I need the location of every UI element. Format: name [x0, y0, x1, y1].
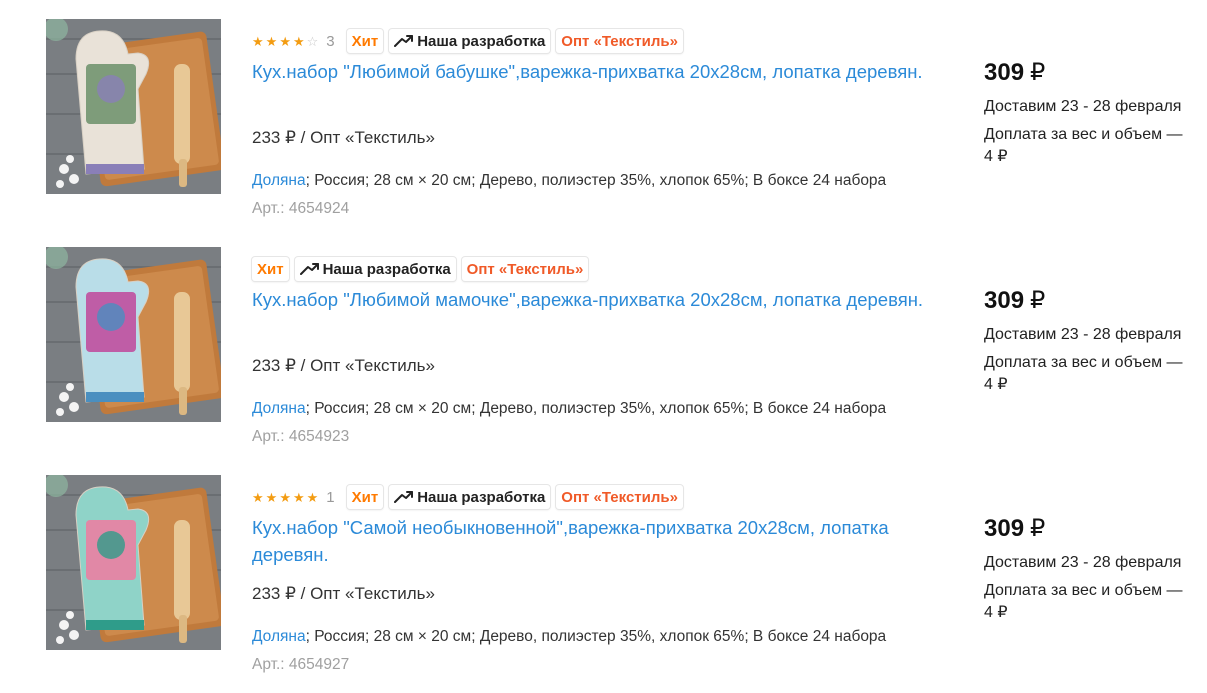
product-meta-row: Хит Наша разработка Опт «Текстиль»	[252, 256, 589, 282]
badge-hit: Хит	[252, 257, 289, 281]
weight-surcharge: Доплата за вес и объем — 4 ₽	[984, 354, 1183, 393]
product-attributes: Доляна; Россия; 28 см × 20 см; Дерево, п…	[252, 628, 886, 646]
product-list: ★ ★ ★ ★ ☆ 3 Хит Наша разработка Опт «Текстил…	[0, 0, 1207, 693]
badge-our-development-label: Наша разработка	[417, 32, 546, 50]
product-sku: Арт.: 4654923	[252, 428, 350, 445]
opt-price: 233 ₽ / Опт «Текстиль»	[252, 584, 435, 603]
delivery-dates: Доставим 23 - 28 февраля	[984, 98, 1182, 115]
badge-hit: Хит	[346, 29, 384, 53]
badge-opt-textile: Опт «Текстиль»	[461, 257, 589, 281]
star-icon: ★	[252, 33, 264, 49]
handshake-arrow-icon	[394, 490, 417, 504]
product-attributes: Доляна; Россия; 28 см × 20 см; Дерево, п…	[252, 400, 886, 418]
product-price: 309 ₽	[984, 286, 1045, 315]
star-icon: ★	[265, 33, 278, 49]
product-title-link[interactable]: Кух.набор "Любимой мамочке",варежка-прих…	[252, 286, 952, 313]
product-sku: Арт.: 4654927	[252, 656, 350, 673]
product-sku: Арт.: 4654924	[252, 200, 350, 217]
delivery-dates: Доставим 23 - 28 февраля	[984, 326, 1182, 343]
product-meta-row: ★ ★ ★ ★ ☆ 3 Хит Наша разработка Опт «Текстил…	[252, 28, 683, 54]
badge-opt-textile: Опт «Текстиль»	[556, 485, 683, 509]
product-card: Хит Наша разработка Опт «Текстиль» Кух.н…	[0, 228, 1207, 456]
product-title-link[interactable]: Кух.набор "Самой необыкновенной",варежка…	[252, 514, 952, 568]
product-title-link[interactable]: Кух.набор "Любимой бабушке",варежка-прих…	[252, 58, 952, 85]
delivery-dates: Доставим 23 - 28 февраля	[984, 554, 1182, 571]
badge-our-development: Наша разработка	[389, 29, 551, 53]
attributes-text: ; Россия; 28 см × 20 см; Дерево, полиэст…	[305, 400, 887, 417]
price-currency: ₽	[1030, 59, 1046, 86]
handshake-arrow-icon	[299, 262, 323, 276]
handshake-arrow-icon	[394, 34, 417, 48]
attributes-text: ; Россия; 28 см × 20 см; Дерево, полиэст…	[305, 172, 887, 189]
weight-surcharge: Доплата за вес и объем — 4 ₽	[984, 582, 1183, 621]
price-value: 309	[984, 59, 1025, 86]
price-value: 309	[984, 515, 1025, 542]
kitchen-set-babushka-image[interactable]	[46, 19, 221, 194]
product-card: ★ ★ ★ ★ ☆ 3 Хит Наша разработка Опт «Текстил…	[0, 0, 1207, 228]
kitchen-set-mamochka-image[interactable]	[46, 247, 221, 422]
price-value: 309	[984, 287, 1025, 314]
product-price: 309 ₽	[984, 514, 1045, 543]
product-meta-row: ★ ★ ★ ★ ★ 1 Хит Наша разработка Опт «Текстил…	[252, 484, 683, 510]
brand-link[interactable]: Доляна	[252, 628, 306, 645]
star-icon: ★	[279, 33, 291, 49]
opt-price: 233 ₽ / Опт «Текстиль»	[252, 356, 435, 375]
badge-our-development: Наша разработка	[389, 485, 551, 509]
product-attributes: Доляна; Россия; 28 см × 20 см; Дерево, п…	[252, 172, 886, 190]
star-icon: ★	[279, 489, 291, 505]
star-icon: ★	[292, 33, 305, 49]
badge-opt-textile: Опт «Текстиль»	[556, 29, 683, 53]
star-icon: ★	[252, 489, 264, 505]
rating-count[interactable]: 1	[326, 489, 334, 506]
badge-our-development-label: Наша разработка	[322, 260, 451, 278]
badge-our-development: Наша разработка	[294, 257, 456, 281]
star-icon: ★	[306, 489, 319, 505]
kitchen-set-neobyknovennoy-image-graphic	[46, 475, 221, 650]
badge-hit: Хит	[346, 485, 384, 509]
opt-price: 233 ₽ / Опт «Текстиль»	[252, 128, 435, 147]
brand-link[interactable]: Доляна	[252, 172, 306, 189]
badge-our-development-label: Наша разработка	[417, 488, 546, 506]
kitchen-set-neobyknovennoy-image[interactable]	[46, 475, 221, 650]
price-currency: ₽	[1030, 515, 1046, 542]
kitchen-set-mamochka-image-graphic	[46, 247, 221, 422]
rating-stars[interactable]: ★ ★ ★ ★ ★	[252, 491, 318, 504]
rating-stars[interactable]: ★ ★ ★ ★ ☆	[252, 35, 318, 48]
brand-link[interactable]: Доляна	[252, 400, 306, 417]
kitchen-set-babushka-image-graphic	[46, 19, 221, 194]
star-icon: ★	[265, 489, 278, 505]
attributes-text: ; Россия; 28 см × 20 см; Дерево, полиэст…	[305, 628, 887, 645]
price-currency: ₽	[1030, 287, 1046, 314]
product-card: ★ ★ ★ ★ ★ 1 Хит Наша разработка Опт «Текстил…	[0, 456, 1207, 684]
product-price: 309 ₽	[984, 58, 1045, 87]
star-icon: ★	[292, 489, 305, 505]
rating-count[interactable]: 3	[326, 33, 334, 50]
star-icon: ☆	[306, 33, 319, 49]
weight-surcharge: Доплата за вес и объем — 4 ₽	[984, 126, 1183, 165]
